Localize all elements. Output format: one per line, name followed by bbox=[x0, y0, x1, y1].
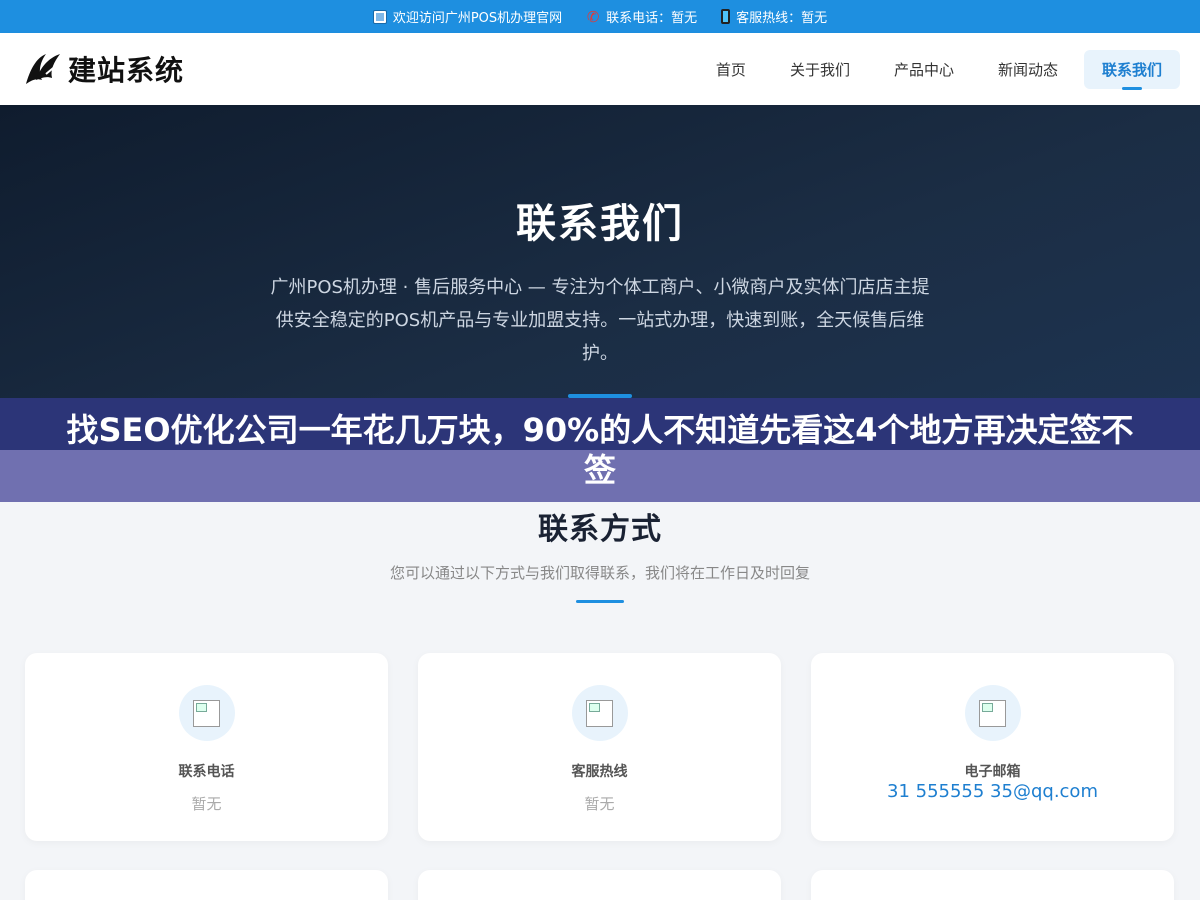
site-icon bbox=[372, 9, 387, 24]
card-value: 暂无 bbox=[191, 795, 222, 813]
contact-card bbox=[25, 870, 388, 900]
card-label: 电子邮箱 bbox=[964, 764, 1021, 780]
hero-description: 广州POS机办理 · 售后服务中心 — 专注为个体工商户、小微商户及实体门店店主… bbox=[270, 277, 930, 364]
email-icon bbox=[979, 699, 1006, 727]
contact-subtitle: 您可以通过以下方式与我们取得联系，我们将在工作日及时回复 bbox=[389, 564, 810, 582]
hero-section: 联系我们 广州POS机办理 · 售后服务中心 — 专注为个体工商户、小微商户及实… bbox=[0, 105, 1200, 398]
contact-divider bbox=[576, 600, 624, 603]
email-link[interactable]: 31 555555 35@qq.com bbox=[887, 781, 1098, 802]
contact-cards-row2 bbox=[0, 870, 1200, 900]
card-label: 联系电话 bbox=[178, 764, 235, 780]
mobile-icon bbox=[721, 9, 731, 24]
logo-mark-icon bbox=[26, 54, 60, 84]
main-nav: 首页 关于我们 产品中心 新闻动态 联系我们 bbox=[698, 49, 1180, 89]
nav-item-home[interactable]: 首页 bbox=[698, 50, 764, 89]
phone-text: 联系电话：暂无 bbox=[606, 11, 698, 26]
email-icon-wrap bbox=[964, 685, 1021, 741]
contact-card bbox=[418, 870, 781, 900]
nav-item-news[interactable]: 新闻动态 bbox=[980, 50, 1076, 89]
service-icon-wrap bbox=[571, 685, 628, 741]
banner-title[interactable]: 找SEO优化公司一年花几万块，90%的人不知道先看这4个地方再决定签不签 bbox=[0, 410, 1200, 490]
logo-text: 建站系统 bbox=[68, 54, 185, 87]
contact-cards: 联系电话 暂无 客服热线 暂无 电子邮箱 31 555555 35@qq.com bbox=[0, 653, 1200, 841]
top-info-bar: 欢迎访问广州POS机办理官网 ✆ 联系电话：暂无 客服热线：暂无 bbox=[0, 0, 1200, 33]
card-label: 客服热线 bbox=[571, 764, 628, 780]
hotline-text: 客服热线：暂无 bbox=[736, 11, 828, 26]
nav-item-products[interactable]: 产品中心 bbox=[876, 50, 972, 89]
card-value: 暂无 bbox=[584, 795, 615, 813]
hotline-notice: 客服热线：暂无 bbox=[721, 7, 827, 26]
service-icon bbox=[586, 699, 613, 727]
hero-title: 联系我们 bbox=[516, 201, 684, 247]
nav-item-about[interactable]: 关于我们 bbox=[772, 50, 868, 89]
contact-card-phone: 联系电话 暂无 bbox=[25, 653, 388, 841]
contact-card-hotline: 客服热线 暂无 bbox=[418, 653, 781, 841]
phone-notice: ✆ 联系电话：暂无 bbox=[586, 7, 697, 26]
phone-icon bbox=[193, 699, 220, 727]
nav-item-contact[interactable]: 联系我们 bbox=[1083, 49, 1180, 89]
article-banner[interactable]: 找SEO优化公司一年花几万块，90%的人不知道先看这4个地方再决定签不签 bbox=[0, 398, 1200, 502]
contact-card-email: 电子邮箱 31 555555 35@qq.com bbox=[811, 653, 1174, 841]
welcome-text: 欢迎访问广州POS机办理官网 bbox=[392, 11, 563, 26]
phone-icon-wrap bbox=[178, 685, 235, 741]
site-header: 建站系统 首页 关于我们 产品中心 新闻动态 联系我们 bbox=[0, 33, 1200, 105]
contact-title: 联系方式 bbox=[538, 512, 662, 547]
welcome-notice: 欢迎访问广州POS机办理官网 bbox=[372, 7, 563, 26]
contact-card bbox=[811, 870, 1174, 900]
phone-icon: ✆ bbox=[586, 7, 600, 26]
site-logo[interactable]: 建站系统 bbox=[22, 49, 184, 89]
